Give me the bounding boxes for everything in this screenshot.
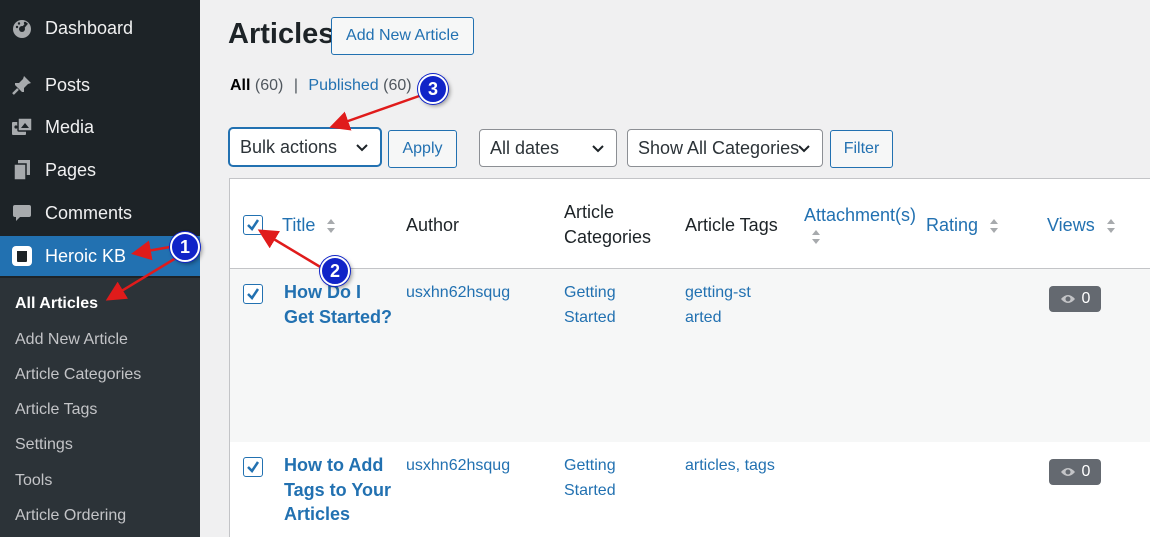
status-filter-links: All (60) | Published (60) [230, 77, 412, 95]
bulk-actions-value: Bulk actions [240, 136, 338, 157]
filter-all-count: (60) [254, 77, 284, 94]
column-attachments[interactable]: Attachment(s) [804, 203, 916, 253]
row-checkbox[interactable] [243, 457, 263, 477]
heroic-kb-icon [11, 245, 33, 267]
sort-icon [812, 230, 820, 244]
table-header: Title Author Article Categories Article … [230, 179, 1150, 269]
views-badge: 0 [1049, 459, 1101, 485]
table-row: How Do I Get Started? usxhn62hsqug Getti… [230, 269, 1150, 442]
tag-link[interactable]: getting-started [685, 281, 755, 330]
menu-media[interactable]: Media [0, 107, 200, 147]
add-new-article-button[interactable]: Add New Article [331, 17, 474, 55]
submenu-add-new-article[interactable]: Add New Article [15, 331, 128, 349]
menu-label: Media [45, 116, 95, 137]
media-icon [11, 116, 33, 138]
column-categories: Article Categories [564, 202, 652, 247]
bulk-actions-select[interactable]: Bulk actions [229, 128, 381, 166]
submenu-settings[interactable]: Settings [15, 436, 73, 454]
filter-published-link[interactable]: Published [308, 77, 378, 94]
tag-link[interactable]: articles, tags [685, 454, 775, 479]
sort-icon [1106, 219, 1115, 234]
column-views-label: Views [1047, 215, 1095, 235]
author-link[interactable]: usxhn62hsqug [406, 454, 510, 479]
dashboard-icon [11, 17, 33, 39]
select-all-checkbox[interactable] [243, 215, 263, 235]
callout-badge-1: 1 [170, 232, 200, 262]
eye-icon [1060, 295, 1075, 303]
categories-value: Show All Categories [638, 137, 800, 158]
column-rating[interactable]: Rating [926, 213, 999, 238]
filter-separator: | [293, 77, 298, 94]
views-count: 0 [1081, 290, 1091, 307]
menu-comments[interactable]: Comments [0, 193, 200, 233]
menu-pages[interactable]: Pages [0, 150, 200, 190]
page-title: Articles [228, 18, 335, 50]
eye-icon [1060, 468, 1075, 476]
menu-dashboard[interactable]: Dashboard [0, 8, 200, 48]
filter-all-link[interactable]: All [230, 77, 250, 94]
menu-label: Pages [45, 159, 97, 180]
callout-badge-2: 2 [320, 256, 350, 286]
submenu-article-tags[interactable]: Article Tags [15, 401, 97, 419]
dates-select[interactable]: All dates [479, 129, 617, 167]
menu-label: Posts [45, 74, 91, 95]
category-link[interactable]: Getting Started [564, 281, 634, 330]
submenu-article-categories[interactable]: Article Categories [15, 366, 141, 384]
checkmark-icon [247, 288, 260, 300]
views-count: 0 [1081, 463, 1091, 480]
submenu-tools[interactable]: Tools [15, 472, 52, 490]
column-views[interactable]: Views [1047, 213, 1116, 238]
views-badge: 0 [1049, 286, 1101, 312]
author-link[interactable]: usxhn62hsqug [406, 281, 510, 306]
menu-posts[interactable]: Posts [0, 65, 200, 105]
column-title[interactable]: Title [282, 213, 336, 238]
column-title-label: Title [282, 215, 316, 235]
sort-icon [990, 219, 999, 234]
articles-table: Title Author Article Categories Article … [229, 178, 1150, 537]
article-title-link[interactable]: How to Add Tags to Your Articles [284, 453, 394, 527]
chevron-down-icon [592, 145, 604, 153]
column-author: Author [406, 215, 460, 235]
column-attachments-label: Attachment(s) [804, 205, 917, 225]
pin-icon [11, 74, 33, 96]
menu-label: Comments [45, 202, 133, 223]
table-row: How to Add Tags to Your Articles usxhn62… [230, 442, 1150, 537]
submenu-all-articles[interactable]: All Articles [15, 295, 98, 313]
category-link[interactable]: Getting Started [564, 454, 634, 503]
column-tags: Article Tags [685, 215, 778, 235]
checkmark-icon [247, 219, 260, 231]
article-title-link[interactable]: How Do I Get Started? [284, 280, 394, 329]
categories-select[interactable]: Show All Categories [627, 129, 823, 167]
apply-button[interactable]: Apply [388, 130, 457, 168]
pages-icon [11, 159, 33, 181]
sort-icon [327, 219, 336, 234]
heroic-kb-submenu: All Articles Add New Article Article Cat… [0, 278, 200, 537]
filter-published-count: (60) [383, 77, 412, 94]
chevron-down-icon [356, 144, 368, 152]
menu-label: Heroic KB [45, 245, 127, 266]
admin-sidebar: Dashboard Posts Media Pages Comments Her… [0, 0, 200, 537]
callout-badge-3: 3 [418, 74, 448, 104]
row-checkbox[interactable] [243, 284, 263, 304]
submenu-article-ordering[interactable]: Article Ordering [15, 507, 126, 525]
chevron-down-icon [798, 145, 810, 153]
column-rating-label: Rating [926, 215, 979, 235]
filter-button[interactable]: Filter [830, 130, 893, 168]
checkmark-icon [247, 461, 260, 473]
comment-icon [11, 202, 33, 224]
menu-label: Dashboard [45, 17, 134, 38]
dates-value: All dates [490, 137, 560, 158]
